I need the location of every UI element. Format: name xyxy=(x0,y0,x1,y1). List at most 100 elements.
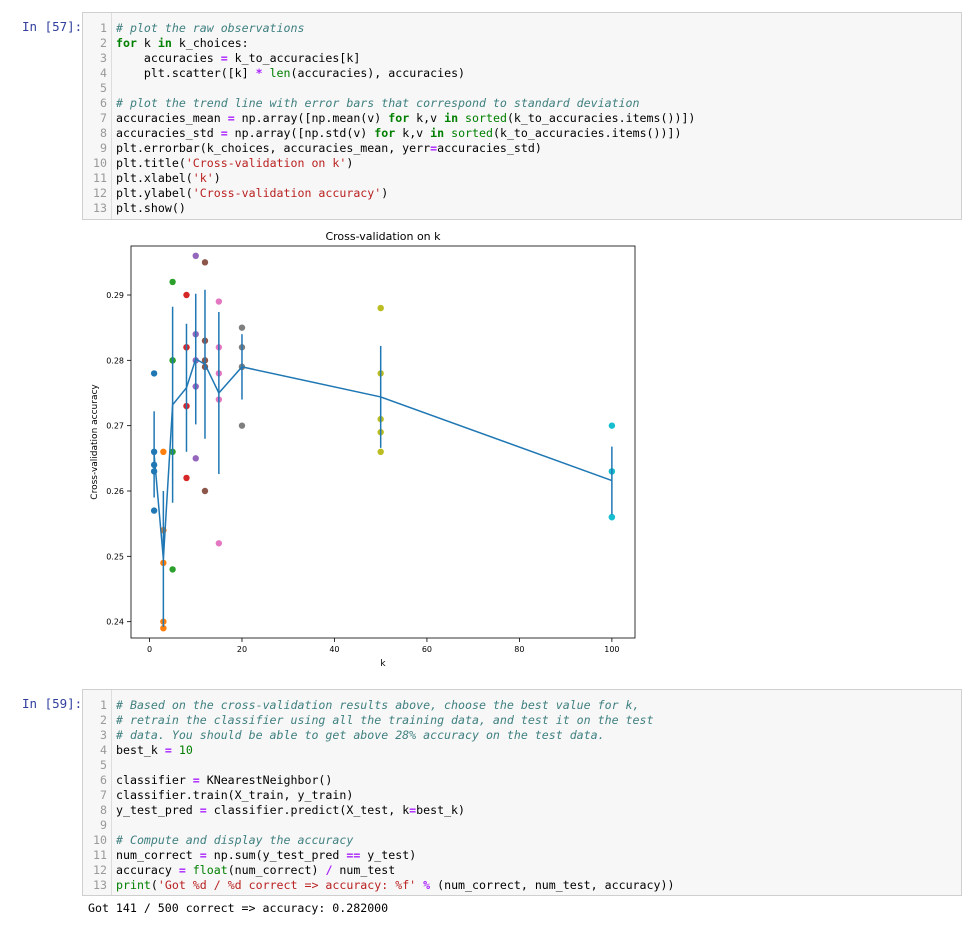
code-token: KNearestNeighbor() xyxy=(199,773,333,787)
line-number: 7 xyxy=(100,111,107,125)
code-line[interactable]: 13 print('Got %d / %d correct => accuracy… xyxy=(83,878,953,893)
code-token: 'Got %d / %d correct => accuracy: %f' xyxy=(157,878,417,892)
line-number: 4 xyxy=(100,66,107,80)
code-token: (num_correct) xyxy=(227,863,326,877)
x-tick-label: 0 xyxy=(147,645,152,654)
cell-output: Got 141 / 500 correct => accuracy: 0.282… xyxy=(88,901,389,915)
code-line[interactable]: 7 accuracies_mean = np.array([np.mean(v) … xyxy=(83,111,953,126)
chart-title: Cross-validation on k xyxy=(325,230,441,243)
code-token: = xyxy=(227,111,235,125)
data-point xyxy=(215,298,223,305)
data-point xyxy=(238,422,246,429)
y-axis-label: Cross-validation accuracy xyxy=(90,384,100,500)
code-token: accuracies xyxy=(116,51,221,65)
y-tick-label: 0.27 xyxy=(106,422,124,431)
code-token: plt.show() xyxy=(116,201,186,215)
code-token: accuracies_std xyxy=(116,126,221,140)
code-line[interactable]: 1 # plot the raw observations xyxy=(83,21,953,36)
code-line[interactable]: 2 # retrain the classifier using all the … xyxy=(83,713,953,728)
code-token: accuracies_mean xyxy=(116,111,228,125)
code-line[interactable]: 4 best_k = 10 xyxy=(83,743,953,758)
line-number: 5 xyxy=(100,758,107,772)
code-token: = xyxy=(178,863,186,877)
code-token: classifier.predict(X_test, k xyxy=(206,803,410,817)
code-token: num_correct xyxy=(116,848,200,862)
data-point xyxy=(215,540,223,547)
code-token: 'k' xyxy=(192,171,214,185)
cell-prompt: In [57]: xyxy=(22,19,83,34)
code-token: 'Cross-validation on k' xyxy=(185,156,347,170)
code-token: # Based on the cross-validation results … xyxy=(116,698,640,712)
code-line[interactable]: 11 plt.xlabel('k') xyxy=(83,171,953,186)
data-point xyxy=(192,252,199,259)
code-token: # plot the raw observations xyxy=(116,21,305,35)
data-point xyxy=(183,291,190,299)
code-token: accuracies_std) xyxy=(437,141,542,155)
trend-line xyxy=(153,357,613,560)
y-tick-label: 0.25 xyxy=(106,552,124,561)
code-token: np.array([np.std(v) xyxy=(227,126,375,140)
code-cell-59[interactable]: 1 # Based on the cross-validation results… xyxy=(82,689,962,896)
data-point xyxy=(608,513,616,521)
code-line[interactable]: 10 plt.title('Cross-validation on k') xyxy=(83,156,953,171)
x-tick-label: 40 xyxy=(329,645,339,654)
code-line[interactable]: 10 # Compute and display the accuracy xyxy=(83,833,953,848)
x-tick-label: 100 xyxy=(604,645,619,654)
line-number: 7 xyxy=(100,788,107,802)
code-token: in xyxy=(157,36,172,50)
code-line[interactable]: 5 xyxy=(83,81,953,96)
code-line[interactable]: 3 # data. You should be able to get above… xyxy=(83,728,953,743)
line-number: 12 xyxy=(93,186,107,200)
code-token: = xyxy=(199,848,207,862)
code-token: k_choices: xyxy=(171,36,249,50)
code-line[interactable]: 5 xyxy=(83,758,953,773)
code-token: classifier.train(X_train, y_train) xyxy=(116,788,354,802)
code-line[interactable]: 12 accuracy = float(num_correct) / num_te… xyxy=(83,863,953,878)
code-line[interactable]: 12 plt.ylabel('Cross-validation accuracy'… xyxy=(83,186,953,201)
code-token: float xyxy=(192,863,228,877)
code-line[interactable]: 11 num_correct = np.sum(y_test_pred == y_… xyxy=(83,848,953,863)
code-token: (accuracies), accuracies) xyxy=(290,66,466,80)
line-number: 13 xyxy=(93,878,107,892)
code-line[interactable]: 13 plt.show() xyxy=(83,201,953,216)
line-number: 2 xyxy=(100,36,107,50)
line-number: 6 xyxy=(100,773,107,787)
code-token: ) xyxy=(213,171,221,185)
code-line[interactable]: 9 xyxy=(83,818,953,833)
code-line[interactable]: 6 classifier = KNearestNeighbor() xyxy=(83,773,953,788)
code-token: print xyxy=(116,878,151,892)
code-line[interactable]: 2 for k in k_choices: xyxy=(83,36,953,51)
y-tick-label: 0.24 xyxy=(106,618,124,627)
data-point xyxy=(201,259,209,266)
code-line[interactable]: 1 # Based on the cross-validation results… xyxy=(83,698,953,713)
code-token: = xyxy=(192,773,200,787)
code-line[interactable]: 8 accuracies_std = np.array([np.std(v) fo… xyxy=(83,126,953,141)
code-line[interactable]: 4 plt.scatter([k] * len(accuracies), acc… xyxy=(83,66,953,81)
code-token: # plot the trend line with error bars th… xyxy=(116,96,640,110)
code-line[interactable]: 6 # plot the trend line with error bars t… xyxy=(83,96,953,111)
cell-prompt: In [59]: xyxy=(22,696,83,711)
code-token: sorted xyxy=(465,111,507,125)
code-token: for xyxy=(116,36,137,50)
line-number: 9 xyxy=(100,818,107,832)
line-number: 1 xyxy=(100,698,107,712)
code-line[interactable]: 7 classifier.train(X_train, y_train) xyxy=(83,788,953,803)
code-token: accuracy xyxy=(116,863,179,877)
line-number: 8 xyxy=(100,803,107,817)
line-number: 2 xyxy=(100,713,107,727)
code-token: ) xyxy=(346,156,354,170)
code-token: sorted xyxy=(451,126,493,140)
code-token: k,v xyxy=(409,111,445,125)
code-token: = xyxy=(220,126,228,140)
code-line[interactable]: 9 plt.errorbar(k_choices, accuracies_mean… xyxy=(83,141,953,156)
x-tick-label: 60 xyxy=(422,645,432,654)
code-line[interactable]: 3 accuracies = k_to_accuracies[k] xyxy=(83,51,953,66)
data-point xyxy=(160,448,167,455)
code-cell-57[interactable]: 1 # plot the raw observations 2 for k in k_… xyxy=(82,12,962,220)
line-number: 12 xyxy=(93,863,107,877)
line-number: 8 xyxy=(100,126,107,140)
code-token: * xyxy=(255,66,263,80)
code-line[interactable]: 8 y_test_pred = classifier.predict(X_test… xyxy=(83,803,953,818)
